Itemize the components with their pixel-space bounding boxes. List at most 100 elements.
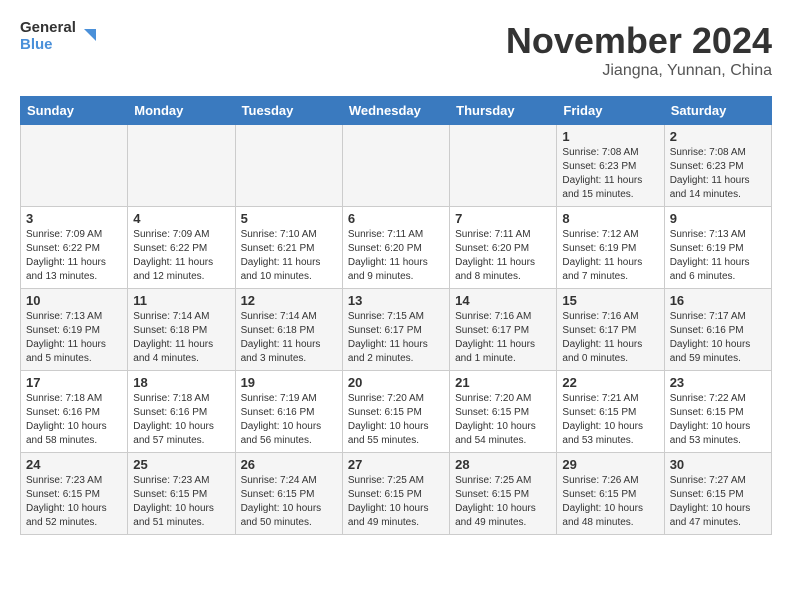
calendar-cell: 21 Sunrise: 7:20 AM Sunset: 6:15 PM Dayli… bbox=[450, 371, 557, 453]
day-number: 23 bbox=[670, 375, 766, 390]
day-number: 20 bbox=[348, 375, 444, 390]
calendar-cell: 7Sunrise: 7:11 AM Sunset: 6:20 PM Daylig… bbox=[450, 207, 557, 289]
day-info: Sunrise: 7:25 AM Sunset: 6:15 PM Dayligh… bbox=[455, 474, 551, 530]
weekday-header-monday: Monday bbox=[128, 97, 235, 125]
calendar-cell: 6 Sunrise: 7:11 AM Sunset: 6:20 PM Daylig… bbox=[342, 207, 449, 289]
week-row-4: 17 Sunrise: 7:18 AM Sunset: 6:16 PM Dayli… bbox=[21, 371, 772, 453]
day-info: Sunrise: 7:18 AM Sunset: 6:16 PM Dayligh… bbox=[133, 392, 229, 448]
day-info: Sunrise: 7:11 AM Sunset: 6:20 PM Dayligh… bbox=[455, 228, 551, 284]
calendar-cell: 5Sunrise: 7:10 AM Sunset: 6:21 PM Daylig… bbox=[235, 207, 342, 289]
day-info: Sunrise: 7:21 AM Sunset: 6:15 PM Dayligh… bbox=[562, 392, 658, 448]
calendar-cell: 19 Sunrise: 7:19 AM Sunset: 6:16 PM Dayli… bbox=[235, 371, 342, 453]
day-info: Sunrise: 7:13 AM Sunset: 6:19 PM Dayligh… bbox=[670, 228, 766, 284]
logo-mark: General Blue bbox=[20, 20, 98, 53]
calendar-cell: 12 Sunrise: 7:14 AM Sunset: 6:18 PM Dayli… bbox=[235, 289, 342, 371]
weekday-header-wednesday: Wednesday bbox=[342, 97, 449, 125]
week-row-2: 3 Sunrise: 7:09 AM Sunset: 6:22 PM Daylig… bbox=[21, 207, 772, 289]
day-number: 1 bbox=[562, 129, 658, 144]
day-number: 11 bbox=[133, 293, 229, 308]
calendar-cell: 16 Sunrise: 7:17 AM Sunset: 6:16 PM Dayli… bbox=[664, 289, 771, 371]
weekday-header-sunday: Sunday bbox=[21, 97, 128, 125]
week-row-1: 1 Sunrise: 7:08 AM Sunset: 6:23 PM Daylig… bbox=[21, 125, 772, 207]
day-number: 8 bbox=[562, 211, 658, 226]
day-number: 15 bbox=[562, 293, 658, 308]
month-title: November 2024 bbox=[506, 20, 772, 62]
calendar-cell: 23 Sunrise: 7:22 AM Sunset: 6:15 PM Dayli… bbox=[664, 371, 771, 453]
day-info: Sunrise: 7:20 AM Sunset: 6:15 PM Dayligh… bbox=[455, 392, 551, 448]
day-number: 3 bbox=[26, 211, 122, 226]
calendar-cell: 11 Sunrise: 7:14 AM Sunset: 6:18 PM Dayli… bbox=[128, 289, 235, 371]
calendar-cell bbox=[235, 125, 342, 207]
day-number: 26 bbox=[241, 457, 337, 472]
day-info: Sunrise: 7:16 AM Sunset: 6:17 PM Dayligh… bbox=[455, 310, 551, 366]
day-info: Sunrise: 7:14 AM Sunset: 6:18 PM Dayligh… bbox=[241, 310, 337, 366]
day-number: 17 bbox=[26, 375, 122, 390]
calendar-cell: 13 Sunrise: 7:15 AM Sunset: 6:17 PM Dayli… bbox=[342, 289, 449, 371]
day-number: 12 bbox=[241, 293, 337, 308]
calendar-cell: 26Sunrise: 7:24 AM Sunset: 6:15 PM Dayli… bbox=[235, 453, 342, 535]
calendar-cell: 22 Sunrise: 7:21 AM Sunset: 6:15 PM Dayli… bbox=[557, 371, 664, 453]
day-info: Sunrise: 7:11 AM Sunset: 6:20 PM Dayligh… bbox=[348, 228, 444, 284]
weekday-header-friday: Friday bbox=[557, 97, 664, 125]
day-info: Sunrise: 7:23 AM Sunset: 6:15 PM Dayligh… bbox=[133, 474, 229, 530]
day-info: Sunrise: 7:19 AM Sunset: 6:16 PM Dayligh… bbox=[241, 392, 337, 448]
day-info: Sunrise: 7:16 AM Sunset: 6:17 PM Dayligh… bbox=[562, 310, 658, 366]
day-info: Sunrise: 7:18 AM Sunset: 6:16 PM Dayligh… bbox=[26, 392, 122, 448]
day-number: 19 bbox=[241, 375, 337, 390]
day-info: Sunrise: 7:20 AM Sunset: 6:15 PM Dayligh… bbox=[348, 392, 444, 448]
calendar-cell: 17 Sunrise: 7:18 AM Sunset: 6:16 PM Dayli… bbox=[21, 371, 128, 453]
day-info: Sunrise: 7:12 AM Sunset: 6:19 PM Dayligh… bbox=[562, 228, 658, 284]
day-info: Sunrise: 7:15 AM Sunset: 6:17 PM Dayligh… bbox=[348, 310, 444, 366]
weekday-header-saturday: Saturday bbox=[664, 97, 771, 125]
calendar-cell: 20 Sunrise: 7:20 AM Sunset: 6:15 PM Dayli… bbox=[342, 371, 449, 453]
calendar-cell: 9Sunrise: 7:13 AM Sunset: 6:19 PM Daylig… bbox=[664, 207, 771, 289]
calendar-cell: 10 Sunrise: 7:13 AM Sunset: 6:19 PM Dayli… bbox=[21, 289, 128, 371]
day-info: Sunrise: 7:17 AM Sunset: 6:16 PM Dayligh… bbox=[670, 310, 766, 366]
day-number: 30 bbox=[670, 457, 766, 472]
day-info: Sunrise: 7:08 AM Sunset: 6:23 PM Dayligh… bbox=[562, 146, 658, 202]
day-number: 22 bbox=[562, 375, 658, 390]
calendar-table: SundayMondayTuesdayWednesdayThursdayFrid… bbox=[20, 96, 772, 535]
calendar-cell bbox=[450, 125, 557, 207]
calendar-cell: 30Sunrise: 7:27 AM Sunset: 6:15 PM Dayli… bbox=[664, 453, 771, 535]
day-number: 29 bbox=[562, 457, 658, 472]
calendar-cell: 4 Sunrise: 7:09 AM Sunset: 6:22 PM Daylig… bbox=[128, 207, 235, 289]
week-row-3: 10 Sunrise: 7:13 AM Sunset: 6:19 PM Dayli… bbox=[21, 289, 772, 371]
day-number: 24 bbox=[26, 457, 122, 472]
calendar-cell bbox=[21, 125, 128, 207]
day-number: 16 bbox=[670, 293, 766, 308]
calendar-cell: 27Sunrise: 7:25 AM Sunset: 6:15 PM Dayli… bbox=[342, 453, 449, 535]
page-header: General Blue November 2024 Jiangna, Yunn… bbox=[20, 20, 772, 80]
day-info: Sunrise: 7:08 AM Sunset: 6:23 PM Dayligh… bbox=[670, 146, 766, 202]
day-info: Sunrise: 7:14 AM Sunset: 6:18 PM Dayligh… bbox=[133, 310, 229, 366]
day-info: Sunrise: 7:26 AM Sunset: 6:15 PM Dayligh… bbox=[562, 474, 658, 530]
logo-chevron-icon bbox=[78, 27, 98, 47]
day-number: 6 bbox=[348, 211, 444, 226]
calendar-cell: 1 Sunrise: 7:08 AM Sunset: 6:23 PM Daylig… bbox=[557, 125, 664, 207]
day-number: 4 bbox=[133, 211, 229, 226]
day-info: Sunrise: 7:09 AM Sunset: 6:22 PM Dayligh… bbox=[133, 228, 229, 284]
calendar-cell: 8 Sunrise: 7:12 AM Sunset: 6:19 PM Daylig… bbox=[557, 207, 664, 289]
weekday-header-tuesday: Tuesday bbox=[235, 97, 342, 125]
calendar-cell: 24Sunrise: 7:23 AM Sunset: 6:15 PM Dayli… bbox=[21, 453, 128, 535]
day-number: 10 bbox=[26, 293, 122, 308]
logo-text-blue: Blue bbox=[20, 37, 76, 54]
calendar-cell: 28 Sunrise: 7:25 AM Sunset: 6:15 PM Dayli… bbox=[450, 453, 557, 535]
day-number: 5 bbox=[241, 211, 337, 226]
day-number: 25 bbox=[133, 457, 229, 472]
logo: General Blue bbox=[20, 20, 98, 53]
day-info: Sunrise: 7:13 AM Sunset: 6:19 PM Dayligh… bbox=[26, 310, 122, 366]
weekday-header-row: SundayMondayTuesdayWednesdayThursdayFrid… bbox=[21, 97, 772, 125]
title-area: November 2024 Jiangna, Yunnan, China bbox=[506, 20, 772, 80]
day-info: Sunrise: 7:22 AM Sunset: 6:15 PM Dayligh… bbox=[670, 392, 766, 448]
day-number: 21 bbox=[455, 375, 551, 390]
calendar-cell: 15 Sunrise: 7:16 AM Sunset: 6:17 PM Dayli… bbox=[557, 289, 664, 371]
day-number: 13 bbox=[348, 293, 444, 308]
logo-text-general: General bbox=[20, 20, 76, 37]
calendar-cell: 2 Sunrise: 7:08 AM Sunset: 6:23 PM Daylig… bbox=[664, 125, 771, 207]
day-info: Sunrise: 7:09 AM Sunset: 6:22 PM Dayligh… bbox=[26, 228, 122, 284]
day-number: 2 bbox=[670, 129, 766, 144]
day-number: 27 bbox=[348, 457, 444, 472]
calendar-cell: 3 Sunrise: 7:09 AM Sunset: 6:22 PM Daylig… bbox=[21, 207, 128, 289]
day-number: 28 bbox=[455, 457, 551, 472]
